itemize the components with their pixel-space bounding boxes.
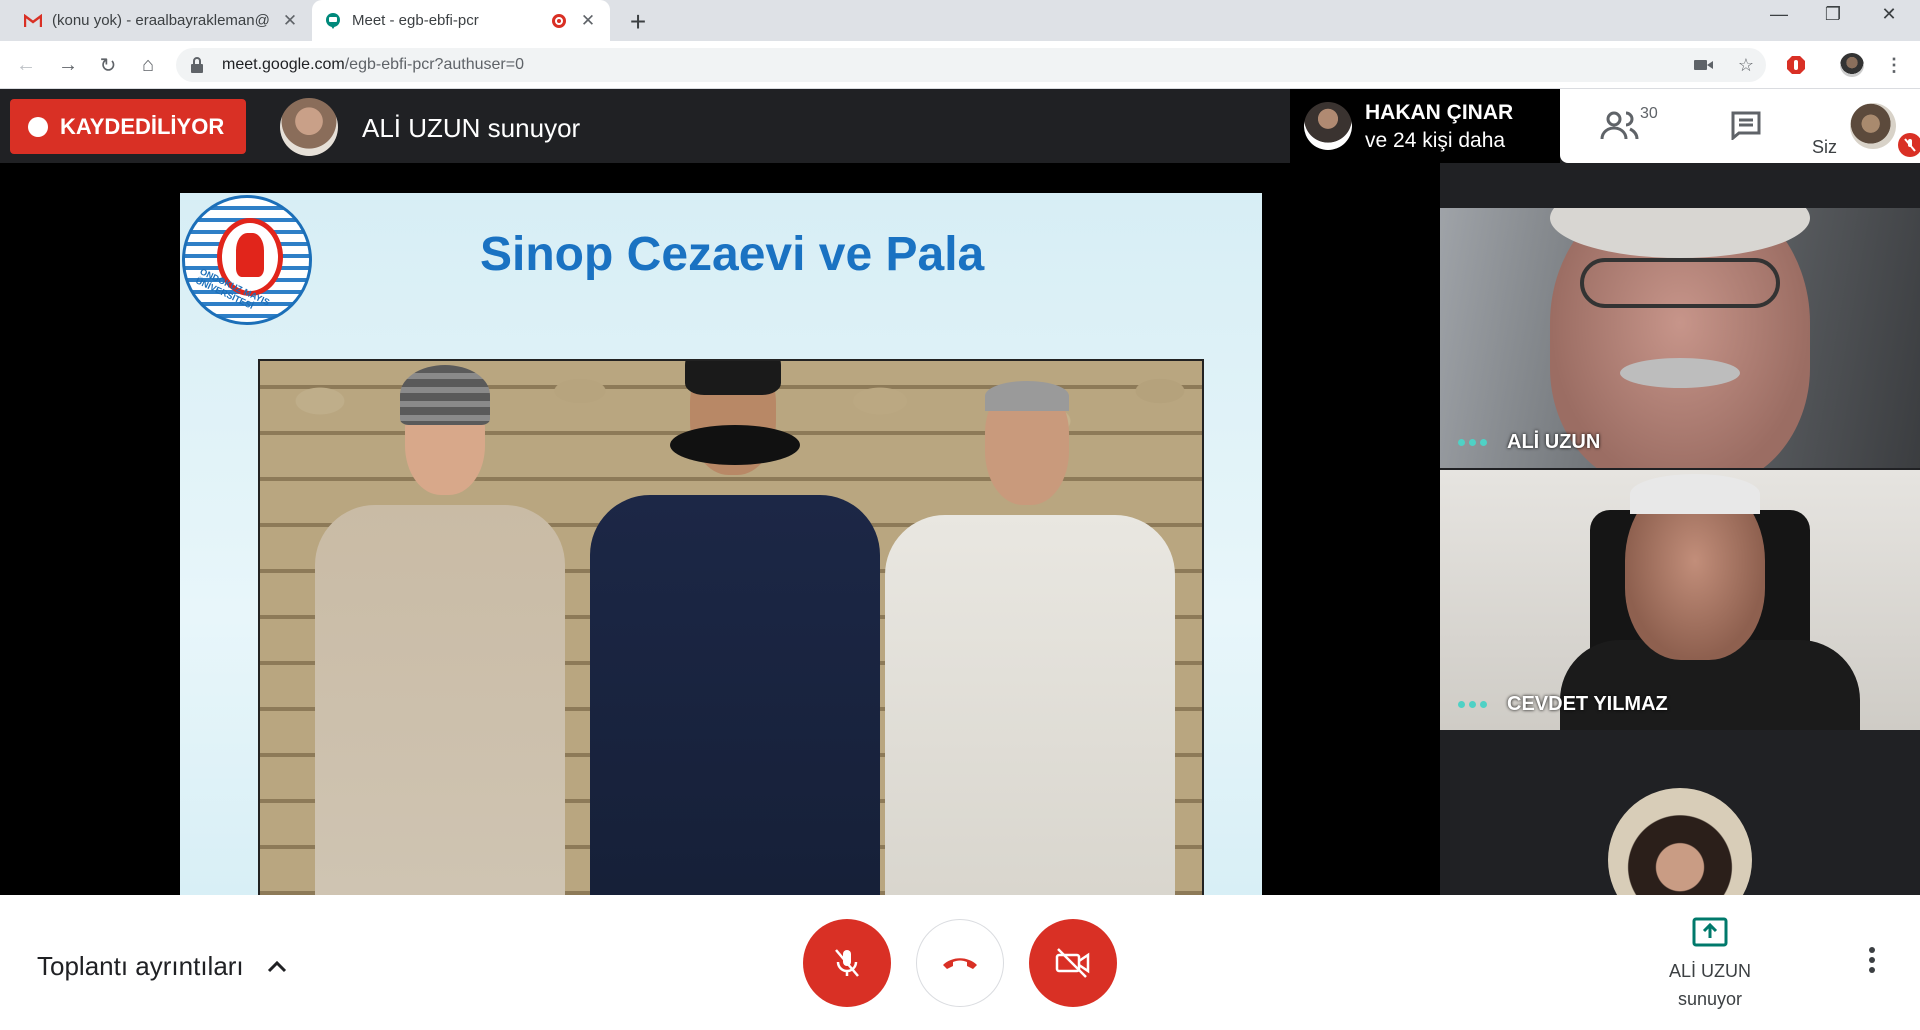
present-screen-icon[interactable] bbox=[1692, 917, 1728, 947]
lock-icon bbox=[190, 57, 204, 73]
university-logo: ONDOKUZ MAYIS ÜNİVERSİTESİ bbox=[182, 195, 312, 325]
reload-icon[interactable]: ↻ bbox=[94, 51, 122, 79]
participant-name: HAKAN ÇINAR bbox=[1365, 101, 1514, 124]
gmail-icon bbox=[24, 12, 42, 30]
browser-toolbar: ← → ↻ ⌂ meet.google.com/egb-ebfi-pcr?aut… bbox=[0, 41, 1920, 89]
slide-title: Sinop Cezaevi ve Pala bbox=[480, 228, 985, 281]
record-dot-icon bbox=[28, 116, 48, 137]
minimize-icon[interactable]: — bbox=[1756, 4, 1802, 25]
camera-in-use-icon[interactable] bbox=[1692, 53, 1716, 77]
photo-person-right bbox=[885, 381, 1175, 895]
browser-tab-bar: (konu yok) - eraalbayrakleman@ ✕ Meet - … bbox=[0, 0, 1920, 41]
url-text: meet.google.com/egb-ebfi-pcr?authuser=0 bbox=[222, 56, 524, 74]
presenter-avatar bbox=[280, 98, 338, 156]
photo-person-left bbox=[315, 365, 565, 895]
self-avatar[interactable] bbox=[1850, 103, 1896, 149]
tile-name: CEVDET YILMAZ bbox=[1507, 693, 1668, 715]
participant-tile[interactable]: ALİ UZUN bbox=[1440, 208, 1920, 468]
url-host: meet.google.com bbox=[222, 56, 345, 73]
tab-gmail[interactable]: (konu yok) - eraalbayrakleman@ ✕ bbox=[12, 0, 312, 41]
self-mic-off-icon bbox=[1898, 133, 1920, 157]
address-bar[interactable]: meet.google.com/egb-ebfi-pcr?authuser=0 bbox=[176, 48, 1766, 82]
participant-count: 30 bbox=[1640, 105, 1658, 122]
tab-title: (konu yok) - eraalbayrakleman@ bbox=[52, 12, 270, 29]
recording-indicator-icon bbox=[552, 13, 566, 28]
meet-actions: 30 Siz bbox=[1560, 89, 1920, 163]
hang-up-icon bbox=[943, 958, 977, 969]
url-path: /egb-ebfi-pcr?authuser=0 bbox=[344, 56, 524, 73]
tile-label: ALİ UZUN bbox=[1458, 431, 1600, 454]
speaking-indicator-icon bbox=[1458, 439, 1491, 446]
tile-label: CEVDET YILMAZ bbox=[1458, 693, 1668, 716]
photo-person-center bbox=[590, 361, 880, 895]
participant-more: ve 24 kişi daha bbox=[1365, 129, 1506, 152]
browser-menu-icon[interactable]: ⋮ bbox=[1882, 53, 1906, 77]
tab-title: Meet - egb-ebfi-pcr bbox=[352, 12, 479, 29]
camera-toggle-button[interactable] bbox=[1029, 919, 1117, 1007]
profile-avatar[interactable] bbox=[1840, 53, 1864, 77]
tab-close-icon[interactable]: ✕ bbox=[280, 11, 300, 31]
participant-avatar bbox=[1304, 102, 1352, 150]
recording-badge[interactable]: KAYDEDİLİYOR bbox=[10, 99, 246, 154]
close-window-icon[interactable]: ✕ bbox=[1866, 4, 1912, 25]
recording-label: KAYDEDİLİYOR bbox=[60, 113, 225, 139]
presentation-stage: ONDOKUZ MAYIS ÜNİVERSİTESİ Sinop Cezaevi… bbox=[0, 163, 1440, 895]
presenter-status: ALİ UZUN sunuyor bbox=[362, 113, 581, 143]
tab-meet[interactable]: Meet - egb-ebfi-pcr ✕ bbox=[312, 0, 610, 41]
meeting-details-button[interactable]: Toplantı ayrıntıları bbox=[37, 951, 288, 982]
bookmark-star-icon[interactable]: ☆ bbox=[1734, 53, 1758, 77]
tab-close-icon[interactable]: ✕ bbox=[578, 11, 598, 31]
mic-toggle-button[interactable] bbox=[803, 919, 891, 1007]
chat-icon[interactable] bbox=[1730, 110, 1762, 140]
meet-header: KAYDEDİLİYOR ALİ UZUN sunuyor HAKAN ÇINA… bbox=[0, 89, 1920, 163]
forward-icon[interactable]: → bbox=[54, 51, 82, 79]
new-tab-button[interactable]: + bbox=[623, 6, 653, 38]
participant-tile[interactable]: CEVDET YILMAZ bbox=[1440, 470, 1920, 730]
meeting-details-label: Toplantı ayrıntıları bbox=[37, 951, 244, 981]
presentation-slide: ONDOKUZ MAYIS ÜNİVERSİTESİ Sinop Cezaevi… bbox=[180, 193, 1262, 895]
more-options-icon[interactable] bbox=[1862, 945, 1882, 975]
participant-tiles: ALİ UZUN CEVDET YILMAZ bbox=[1440, 163, 1920, 932]
self-label: Siz bbox=[1812, 137, 1838, 157]
presenting-name: ALİ UZUN bbox=[1668, 961, 1751, 981]
back-icon[interactable]: ← bbox=[12, 51, 40, 79]
tile-name: ALİ UZUN bbox=[1507, 431, 1601, 453]
leave-call-button[interactable] bbox=[916, 919, 1004, 1007]
mic-off-icon bbox=[835, 949, 859, 977]
meet-icon bbox=[324, 12, 342, 30]
people-icon[interactable] bbox=[1600, 109, 1640, 141]
bottom-controls: Toplantı ayrıntıları ALİ UZUN sunuyor bbox=[0, 895, 1920, 1030]
slide-photo bbox=[258, 359, 1204, 895]
extension-icon[interactable] bbox=[1784, 53, 1808, 77]
chevron-up-icon bbox=[267, 960, 286, 972]
presenting-status[interactable]: ALİ UZUN sunuyor bbox=[1640, 957, 1780, 1013]
camera-off-icon bbox=[1055, 948, 1090, 978]
participants-preview[interactable]: HAKAN ÇINAR ve 24 kişi daha bbox=[1290, 89, 1560, 163]
speaking-indicator-icon bbox=[1458, 701, 1491, 708]
participants-panel: HAKAN ÇINAR ve 24 kişi daha 30 Siz bbox=[1290, 89, 1920, 163]
restore-icon[interactable]: ❐ bbox=[1810, 4, 1856, 25]
home-icon[interactable]: ⌂ bbox=[134, 51, 162, 79]
presenting-suffix: sunuyor bbox=[1677, 989, 1743, 1009]
